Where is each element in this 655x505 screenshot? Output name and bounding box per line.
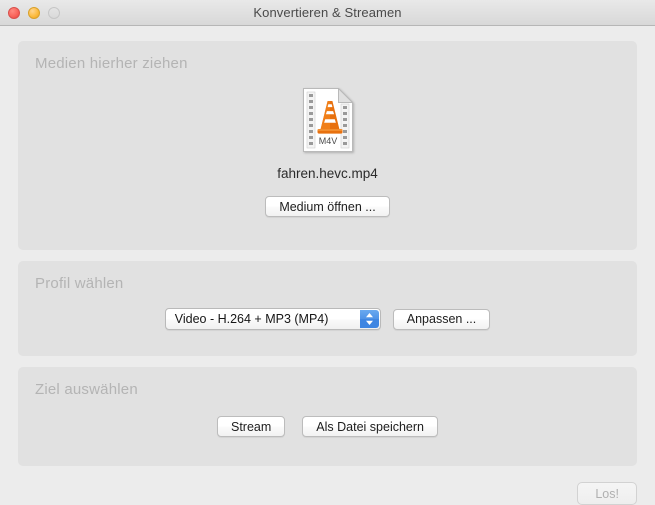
media-panel-content: M4V fahren.hevc.mp4 Medium öffnen ... bbox=[18, 41, 637, 250]
go-button[interactable]: Los! bbox=[577, 482, 637, 505]
destination-panel: Ziel auswählen Stream Als Datei speicher… bbox=[18, 367, 637, 466]
media-file-name: fahren.hevc.mp4 bbox=[277, 166, 378, 181]
traffic-light-group bbox=[8, 6, 60, 19]
media-drop-panel[interactable]: Medien hierher ziehen M4V fahren.hevc.mp… bbox=[18, 41, 637, 250]
profile-controls-row: Video - H.264 + MP3 (MP4) Anpassen ... bbox=[18, 308, 637, 330]
profile-panel: Profil wählen Video - H.264 + MP3 (MP4) … bbox=[18, 261, 637, 356]
save-as-file-button[interactable]: Als Datei speichern bbox=[302, 416, 438, 437]
chevron-up-down-icon[interactable] bbox=[359, 310, 379, 328]
file-icon-type-label: M4V bbox=[318, 136, 337, 146]
footer-actions: Los! bbox=[577, 482, 637, 505]
zoom-button-icon bbox=[48, 6, 60, 19]
stream-button[interactable]: Stream bbox=[217, 416, 286, 437]
profile-select[interactable]: Video - H.264 + MP3 (MP4) bbox=[164, 308, 381, 330]
destination-controls-row: Stream Als Datei speichern bbox=[18, 416, 637, 437]
close-button-icon[interactable] bbox=[8, 6, 20, 19]
m4v-file-icon: M4V bbox=[302, 88, 353, 152]
minimize-button-icon[interactable] bbox=[28, 6, 40, 19]
window-titlebar: Konvertieren & Streamen bbox=[0, 0, 655, 26]
convert-stream-window: Konvertieren & Streamen Medien hierher z… bbox=[0, 0, 655, 505]
profile-panel-title: Profil wählen bbox=[35, 275, 124, 292]
open-media-button[interactable]: Medium öffnen ... bbox=[265, 196, 390, 217]
destination-panel-title: Ziel auswählen bbox=[35, 381, 138, 398]
window-content: Medien hierher ziehen M4V fahren.hevc.mp… bbox=[0, 26, 655, 505]
window-title: Konvertieren & Streamen bbox=[253, 5, 402, 20]
profile-select-value: Video - H.264 + MP3 (MP4) bbox=[174, 312, 329, 326]
customize-profile-button[interactable]: Anpassen ... bbox=[392, 308, 491, 330]
